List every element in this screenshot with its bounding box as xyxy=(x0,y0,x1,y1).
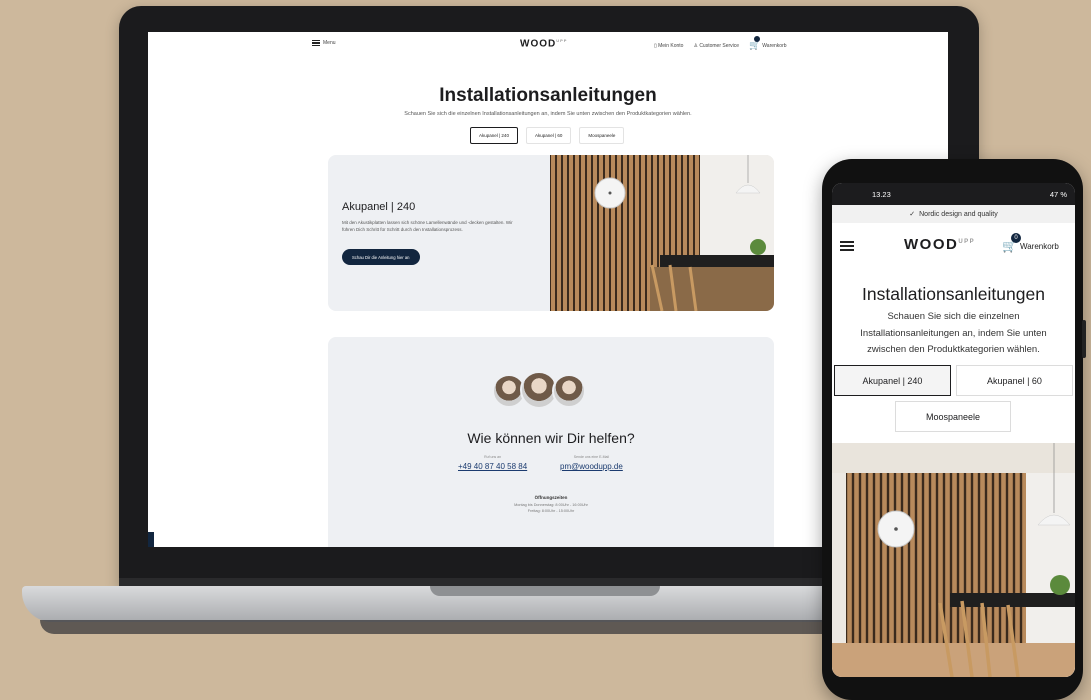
opening-hours: Öffnungszeiten Montag bis Donnerstag: 8:… xyxy=(328,495,774,514)
logo-text: WOOD xyxy=(904,236,959,253)
phone-link[interactable]: +49 40 87 40 58 84 xyxy=(458,462,527,471)
phone-side-button xyxy=(1082,320,1086,358)
login-label: Mein Konto xyxy=(658,42,684,49)
logo-suffix: UPP xyxy=(958,239,976,245)
banner-text: Nordic design and quality xyxy=(919,210,998,218)
cart-label: Warenkorb xyxy=(762,42,787,49)
laptop-navbar: Menu WOODUPP ▯ Mein Konto ♙ Customer Ser… xyxy=(148,32,948,56)
logo[interactable]: WOODUPP xyxy=(520,38,567,49)
menu-button[interactable]: Menu xyxy=(312,40,336,46)
logo[interactable]: WOODUPP xyxy=(904,236,975,253)
tab-moospaneele[interactable]: Moospaneele xyxy=(895,401,1011,432)
phone-caption: Ruf uns an xyxy=(484,455,502,459)
product-card: Akupanel | 240 Mit den Akustikplatten la… xyxy=(328,155,774,311)
hamburger-icon[interactable] xyxy=(840,241,854,251)
room-photo xyxy=(550,155,774,311)
status-right: 47 % xyxy=(1049,189,1067,199)
phone-navbar: WOODUPP 🛒 0 Warenkorb xyxy=(832,223,1075,269)
login-link[interactable]: ▯ Mein Konto xyxy=(654,43,683,49)
page-subtitle: Schauen Sie sich die einzelnen Installat… xyxy=(860,311,1047,356)
status-bar: 13.23 47 % xyxy=(832,183,1075,205)
page-subtitle: Schauen Sie sich die einzelnen Installat… xyxy=(404,111,692,117)
cart-label: Warenkorb xyxy=(1019,241,1059,251)
hours-line-2: Freitag: 8:00Uhr - 15:00Uhr xyxy=(527,509,575,514)
help-title: Wie können wir Dir helfen? xyxy=(467,430,635,446)
phone-contact: Ruf uns an +49 40 87 40 58 84 xyxy=(458,455,527,471)
laptop-trackpad-notch xyxy=(430,586,660,596)
tab-moospaneele[interactable]: Moospaneele xyxy=(579,127,625,144)
cart-icon: 🛒 0 xyxy=(1002,233,1021,253)
cart-icon: 🛒 xyxy=(749,36,760,51)
nav-right: ▯ Mein Konto ♙ Customer Service 🛒 Warenk… xyxy=(654,36,787,51)
avatar xyxy=(552,374,586,408)
menu-label: Menu xyxy=(323,40,336,46)
checkmark-icon: ✓ xyxy=(909,211,916,218)
email-caption: Sende uns eine E-Mail xyxy=(573,455,610,459)
tab-akupanel-240[interactable]: Akupanel | 240 xyxy=(470,127,518,144)
service-link[interactable]: ♙ Customer Service xyxy=(693,43,739,49)
card-title: Akupanel | 240 xyxy=(342,201,416,213)
feedback-tab[interactable] xyxy=(148,532,154,547)
tab-akupanel-60[interactable]: Akupanel | 60 xyxy=(525,127,572,144)
cart-badge xyxy=(754,36,761,42)
logo-text: WOOD xyxy=(520,38,557,50)
cart-link[interactable]: 🛒 0 Warenkorb xyxy=(1002,233,1059,253)
service-label: Customer Service xyxy=(699,42,740,49)
cart-count: 0 xyxy=(1011,233,1021,243)
help-section: Wie können wir Dir helfen? Ruf uns an +4… xyxy=(328,337,774,547)
email-link[interactable]: pm@woodupp.de xyxy=(560,462,623,471)
phone-screen: 13.23 47 % ✓ Nordic design and quality W… xyxy=(832,183,1075,677)
card-text: Mit den Akustikplatten lassen sich schön… xyxy=(342,220,513,233)
category-tabs: Akupanel | 240 Akupanel | 60 Moospaneele xyxy=(470,127,625,144)
hamburger-icon xyxy=(312,40,320,46)
tab-akupanel-60[interactable]: Akupanel | 60 xyxy=(956,365,1073,396)
team-avatars xyxy=(492,371,586,409)
cart-link[interactable]: 🛒 Warenkorb xyxy=(749,36,787,51)
email-contact: Sende uns eine E-Mail pm@woodupp.de xyxy=(560,455,623,471)
logo-suffix: UPP xyxy=(556,38,568,43)
guide-button[interactable]: Schau Dir die Anleitung hier an xyxy=(342,249,420,265)
usp-banner: ✓ Nordic design and quality xyxy=(832,205,1075,223)
status-time: 13.23 xyxy=(872,189,891,199)
page-title: Installationsanleitungen xyxy=(439,85,657,106)
hours-title: Öffnungszeiten xyxy=(534,495,568,500)
tab-akupanel-240[interactable]: Akupanel | 240 xyxy=(834,365,951,396)
page-title: Installationsanleitungen xyxy=(862,284,1045,304)
room-photo xyxy=(832,443,1075,677)
